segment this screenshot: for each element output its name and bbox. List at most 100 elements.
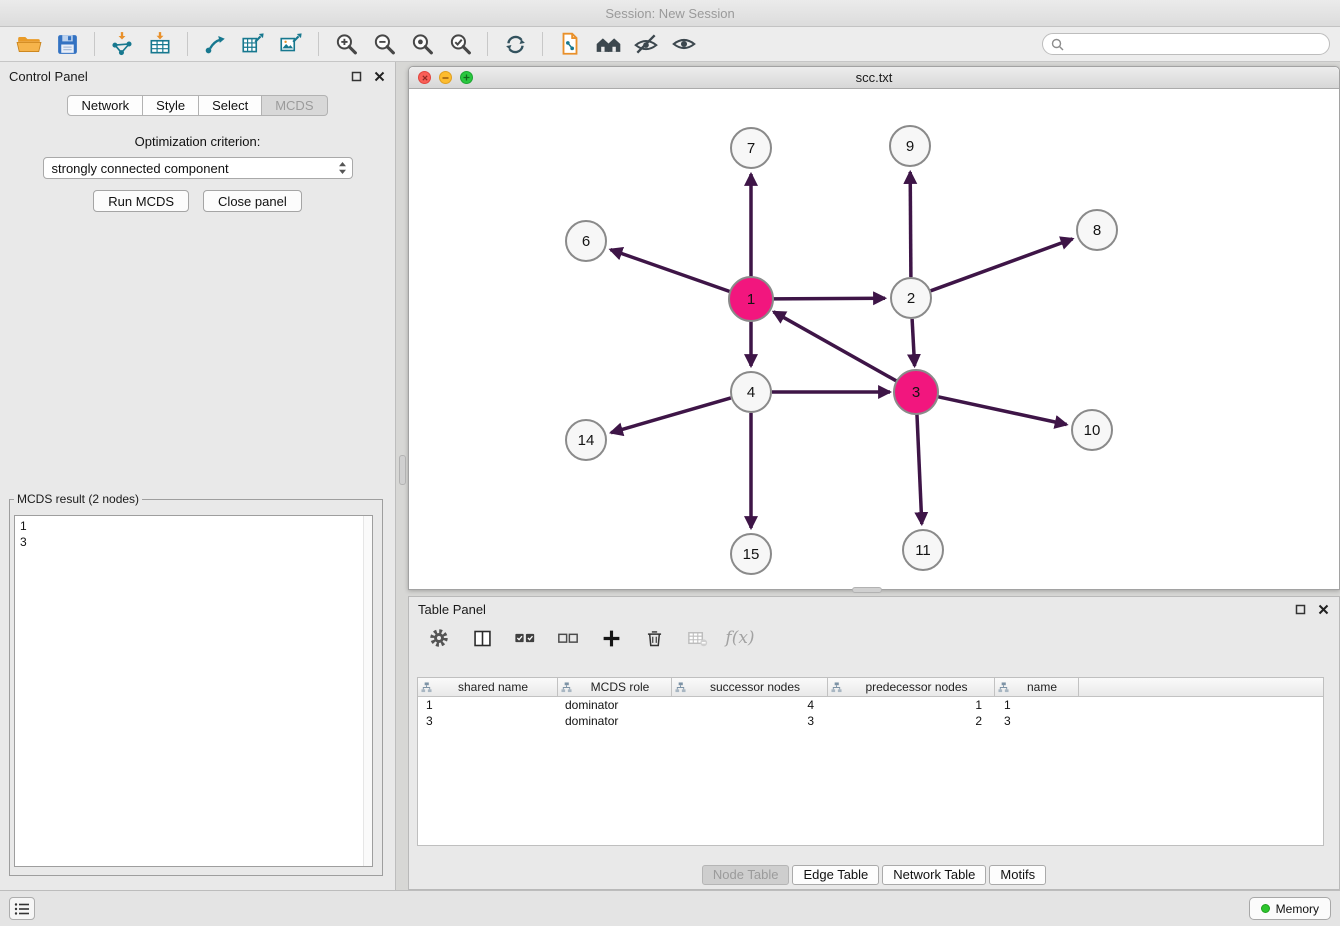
graph-node-8[interactable]: 8 <box>1077 210 1117 250</box>
mcds-action-buttons: Run MCDS Close panel <box>0 190 395 212</box>
search-input[interactable] <box>1069 37 1321 51</box>
hide-graphics-button[interactable] <box>627 29 665 59</box>
columns-icon <box>472 628 493 649</box>
control-panel: Control Panel Network Style Select MCDS <box>0 62 396 890</box>
graph-edge-3-10[interactable] <box>937 396 1067 424</box>
show-graphics-button[interactable] <box>665 29 703 59</box>
close-window-button[interactable] <box>418 71 431 84</box>
refresh-button[interactable] <box>496 29 534 59</box>
graph-edge-2-8[interactable] <box>931 239 1073 291</box>
close-control-panel-button[interactable] <box>372 69 386 83</box>
graph-node-4[interactable]: 4 <box>731 372 771 412</box>
column-header-predecessor-nodes[interactable]: predecessor nodes <box>828 678 995 696</box>
cell-mcds-role[interactable]: dominator <box>558 713 672 729</box>
cell-predecessor-nodes[interactable]: 1 <box>828 697 995 713</box>
tab-style[interactable]: Style <box>143 95 199 116</box>
zoom-in-button[interactable] <box>327 29 365 59</box>
cell-successor-nodes[interactable]: 3 <box>672 713 828 729</box>
table-panel-title: Table Panel <box>418 602 486 617</box>
overview-button[interactable] <box>589 29 627 59</box>
table-row[interactable]: 3 dominator 3 2 3 <box>418 713 1323 729</box>
first-neighbors-button[interactable] <box>551 29 589 59</box>
graph-edge-3-1[interactable] <box>774 312 898 382</box>
import-table-button[interactable] <box>141 29 179 59</box>
cell-mcds-role[interactable]: dominator <box>558 697 672 713</box>
cell-predecessor-nodes[interactable]: 2 <box>828 713 995 729</box>
graph-edge-4-14[interactable] <box>611 398 731 433</box>
gear-icon <box>428 627 450 649</box>
graph-node-10[interactable]: 10 <box>1072 410 1112 450</box>
float-panel-button[interactable] <box>349 69 363 83</box>
graph-edge-2-9[interactable] <box>910 172 911 277</box>
main-toolbar <box>0 27 1340 62</box>
zoom-out-button[interactable] <box>365 29 403 59</box>
cell-name[interactable]: 3 <box>995 713 1079 729</box>
add-row-button[interactable] <box>598 625 624 651</box>
control-panel-header: Control Panel <box>0 62 395 90</box>
graph-edge-3-11[interactable] <box>917 413 922 524</box>
graph-node-6[interactable]: 6 <box>566 221 606 261</box>
show-columns-button[interactable] <box>469 625 495 651</box>
task-history-button[interactable] <box>9 897 35 920</box>
open-session-button[interactable] <box>10 29 48 59</box>
float-table-panel-button[interactable] <box>1293 602 1307 616</box>
minimize-window-button[interactable] <box>439 71 452 84</box>
deselect-all-rows-button[interactable] <box>555 625 581 651</box>
graph-node-3[interactable]: 3 <box>894 370 938 414</box>
graph-edge-1-6[interactable] <box>611 250 732 292</box>
zoom-selected-button[interactable] <box>441 29 479 59</box>
tab-node-table[interactable]: Node Table <box>702 865 790 885</box>
graph-edge-1-2[interactable] <box>772 298 885 299</box>
graph-edge-2-3[interactable] <box>912 319 915 366</box>
cell-shared-name[interactable]: 3 <box>418 713 558 729</box>
tab-mcds[interactable]: MCDS <box>262 95 327 116</box>
cell-shared-name[interactable]: 1 <box>418 697 558 713</box>
graph-node-1[interactable]: 1 <box>729 277 773 321</box>
export-image-button[interactable] <box>272 29 310 59</box>
mcds-result-list[interactable]: 1 3 <box>14 515 373 867</box>
tab-select[interactable]: Select <box>199 95 262 116</box>
graph-node-14[interactable]: 14 <box>566 420 606 460</box>
import-table-disabled-button[interactable] <box>684 625 710 651</box>
tab-edge-table[interactable]: Edge Table <box>792 865 879 885</box>
table-row[interactable]: 1 dominator 4 1 1 <box>418 697 1323 713</box>
maximize-window-button[interactable] <box>460 71 473 84</box>
tab-network-table[interactable]: Network Table <box>882 865 986 885</box>
graph-node-2[interactable]: 2 <box>891 278 931 318</box>
close-table-panel-button[interactable] <box>1316 602 1330 616</box>
column-header-name[interactable]: name <box>995 678 1079 696</box>
result-scrollbar[interactable] <box>363 516 372 866</box>
delete-row-button[interactable] <box>641 625 667 651</box>
cell-filler <box>1079 713 1323 729</box>
tab-network[interactable]: Network <box>67 95 143 116</box>
column-header-successor-nodes[interactable]: successor nodes <box>672 678 828 696</box>
vertical-splitter-handle[interactable] <box>399 455 406 485</box>
criterion-dropdown[interactable]: strongly connected component <box>43 157 353 179</box>
memory-button[interactable]: Memory <box>1249 897 1331 920</box>
search-box[interactable] <box>1042 33 1330 55</box>
new-network-button[interactable] <box>196 29 234 59</box>
horizontal-splitter-handle[interactable] <box>852 587 882 593</box>
column-header-shared-name[interactable]: shared name <box>418 678 558 696</box>
graph-node-9[interactable]: 9 <box>890 126 930 166</box>
network-graph[interactable]: 7 9 6 8 1 2 4 3 14 10 15 11 <box>409 90 1339 589</box>
network-canvas[interactable]: 7 9 6 8 1 2 4 3 14 10 15 11 <box>409 90 1339 589</box>
graph-node-11[interactable]: 11 <box>903 530 943 570</box>
select-all-rows-button[interactable] <box>512 625 538 651</box>
float-window-icon <box>351 71 362 82</box>
zoom-fit-button[interactable] <box>403 29 441 59</box>
close-panel-button[interactable]: Close panel <box>203 190 302 212</box>
network-window-titlebar[interactable]: scc.txt <box>409 67 1339 89</box>
import-network-button[interactable] <box>103 29 141 59</box>
graph-node-15[interactable]: 15 <box>731 534 771 574</box>
save-session-button[interactable] <box>48 29 86 59</box>
cell-successor-nodes[interactable]: 4 <box>672 697 828 713</box>
graph-node-7[interactable]: 7 <box>731 128 771 168</box>
table-settings-button[interactable] <box>426 625 452 651</box>
tab-motifs[interactable]: Motifs <box>989 865 1046 885</box>
run-mcds-button[interactable]: Run MCDS <box>93 190 189 212</box>
export-table-button[interactable] <box>234 29 272 59</box>
cell-name[interactable]: 1 <box>995 697 1079 713</box>
column-header-mcds-role[interactable]: MCDS role <box>558 678 672 696</box>
function-builder-button[interactable]: f(x) <box>727 625 753 651</box>
